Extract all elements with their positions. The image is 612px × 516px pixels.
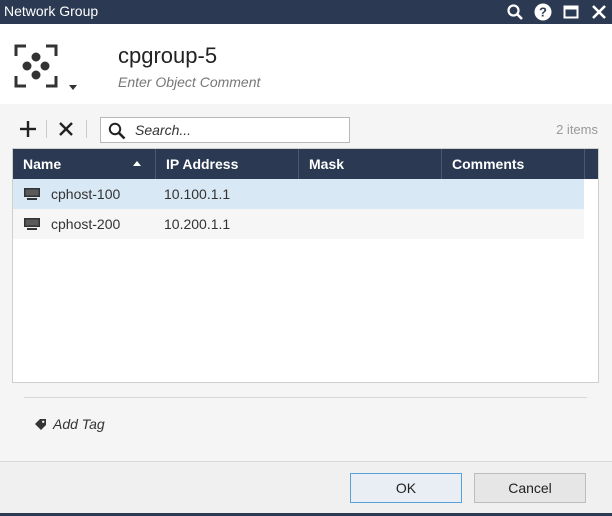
- toolbar-divider: [46, 120, 47, 138]
- host-icon: [24, 188, 40, 200]
- search-box[interactable]: [100, 117, 350, 143]
- column-header-ip-address[interactable]: IP Address: [156, 149, 299, 179]
- add-tag-link[interactable]: Add Tag: [34, 415, 105, 433]
- close-icon[interactable]: [590, 3, 608, 21]
- cell-ip-address: 10.200.1.1: [164, 216, 231, 232]
- column-header-comments[interactable]: Comments: [442, 149, 585, 179]
- chevron-down-icon[interactable]: [69, 85, 77, 90]
- object-header: cpgroup-5 Enter Object Comment: [0, 24, 612, 104]
- toolbar-divider: [86, 120, 87, 138]
- window-titlebar: Network Group ?: [0, 0, 612, 24]
- window-title: Network Group: [4, 3, 99, 19]
- column-header-name[interactable]: Name: [13, 149, 156, 179]
- remove-member-button[interactable]: [55, 118, 77, 140]
- dialog-footer: OK Cancel: [0, 461, 612, 516]
- maximize-icon[interactable]: [562, 3, 580, 21]
- table-row[interactable]: cphost-100 10.100.1.1: [13, 179, 584, 209]
- help-icon[interactable]: ?: [534, 3, 552, 21]
- object-comment-field[interactable]: Enter Object Comment: [118, 74, 260, 90]
- sort-ascending-icon: [133, 161, 141, 166]
- host-icon: [24, 218, 40, 230]
- cell-ip-address: 10.100.1.1: [164, 186, 231, 202]
- ok-button[interactable]: OK: [350, 473, 462, 503]
- cancel-button[interactable]: Cancel: [474, 473, 586, 503]
- table-row[interactable]: cphost-200 10.200.1.1: [13, 209, 584, 239]
- table-header: Name IP Address Mask Comments: [13, 149, 598, 179]
- search-icon[interactable]: [506, 3, 524, 21]
- add-member-button[interactable]: [17, 118, 39, 140]
- items-count: 2 items: [556, 122, 598, 137]
- search-input[interactable]: [135, 121, 345, 139]
- tag-icon: [35, 418, 46, 430]
- members-toolbar: 2 items: [0, 104, 612, 148]
- network-group-icon[interactable]: [14, 44, 58, 88]
- cell-name: cphost-200: [51, 216, 121, 232]
- cell-name: cphost-100: [51, 186, 121, 202]
- members-table: Name IP Address Mask Comments cphost-100…: [12, 148, 599, 383]
- window-controls: ?: [506, 0, 608, 24]
- search-icon: [108, 122, 126, 140]
- delete-x-icon: [59, 122, 73, 136]
- column-header-mask[interactable]: Mask: [299, 149, 442, 179]
- plus-icon: [20, 121, 36, 137]
- svg-text:?: ?: [539, 5, 547, 20]
- add-tag-label: Add Tag: [53, 416, 105, 432]
- section-divider: [24, 397, 587, 398]
- object-name[interactable]: cpgroup-5: [118, 43, 217, 69]
